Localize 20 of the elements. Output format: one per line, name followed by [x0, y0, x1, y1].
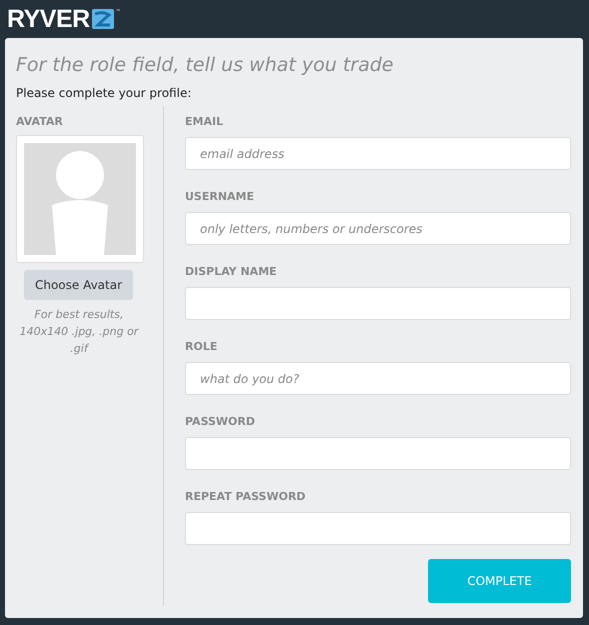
choose-avatar-button[interactable]: Choose Avatar — [24, 270, 133, 300]
field-label: USERNAME — [185, 190, 254, 203]
field-label: EMAIL — [185, 115, 224, 128]
logo-text: RYVER — [7, 6, 90, 32]
input-field[interactable]: email address — [185, 137, 571, 170]
input-field[interactable] — [185, 437, 571, 470]
input-field[interactable] — [185, 287, 571, 320]
input-field[interactable] — [185, 512, 571, 545]
field-label: DISPLAY NAME — [185, 265, 277, 278]
field-label: REPEAT PASSWORD — [185, 490, 306, 503]
field-label: ROLE — [185, 340, 218, 353]
heading: For the role field, tell us what you trade — [16, 54, 394, 76]
avatar-hint: For best results, 140x140 .jpg, .png or .gif — [18, 307, 140, 357]
input-field[interactable]: only letters, numbers or underscores — [185, 212, 571, 245]
intro-text: Please complete your profile: — [16, 86, 192, 100]
avatar-label: AVATAR — [16, 115, 63, 128]
avatar-placeholder-icon — [24, 143, 136, 255]
input-field[interactable]: what do you do? — [185, 362, 571, 395]
logo-icon — [92, 9, 114, 29]
field-label: PASSWORD — [185, 415, 256, 428]
